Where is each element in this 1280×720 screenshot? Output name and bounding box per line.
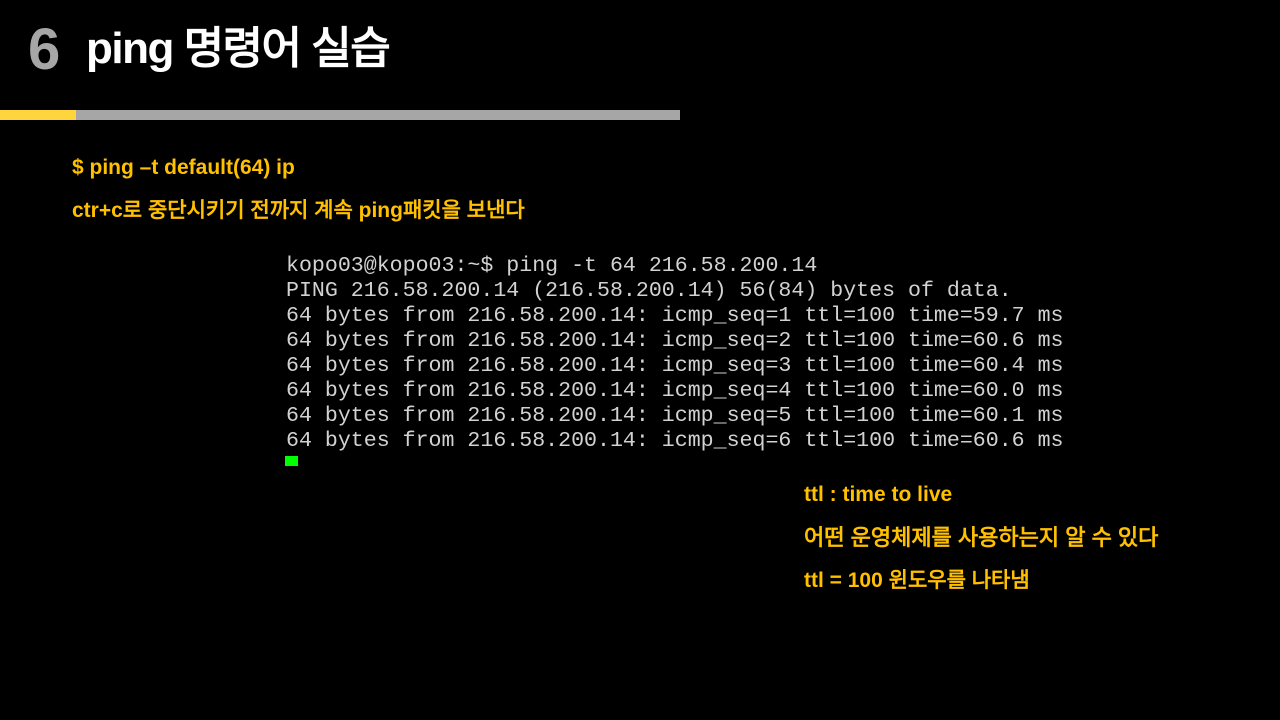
- terminal-line: 64 bytes from 216.58.200.14: icmp_seq=4 …: [286, 379, 1064, 403]
- note-os-hint: 어떤 운영체제를 사용하는지 알 수 있다: [804, 525, 1159, 550]
- terminal-line: 64 bytes from 216.58.200.14: icmp_seq=3 …: [286, 354, 1064, 378]
- terminal-line: 64 bytes from 216.58.200.14: icmp_seq=5 …: [286, 404, 1064, 428]
- terminal-cursor: [285, 456, 298, 466]
- slide-number: 6: [28, 17, 60, 82]
- terminal-line: 64 bytes from 216.58.200.14: icmp_seq=2 …: [286, 329, 1064, 353]
- terminal-line: 64 bytes from 216.58.200.14: icmp_seq=1 …: [286, 304, 1064, 328]
- terminal-line: kopo03@kopo03:~$ ping -t 64 216.58.200.1…: [286, 254, 818, 278]
- note-command: $ ping –t default(64) ip: [72, 156, 295, 179]
- slide-title: ping 명령어 실습: [86, 24, 391, 73]
- terminal-output: kopo03@kopo03:~$ ping -t 64 216.58.200.1…: [286, 254, 1064, 454]
- note-ttl-windows: ttl = 100 윈도우를 나타냄: [804, 569, 1030, 592]
- note-description: ctr+c로 중단시키기 전까지 계속 ping패킷을 보낸다: [72, 199, 525, 222]
- note-ttl-definition: ttl : time to live: [804, 483, 953, 506]
- terminal-line: 64 bytes from 216.58.200.14: icmp_seq=6 …: [286, 429, 1064, 453]
- terminal-line: PING 216.58.200.14 (216.58.200.14) 56(84…: [286, 279, 1012, 303]
- title-underline-bar: [76, 110, 680, 120]
- title-underline-accent: [0, 110, 76, 120]
